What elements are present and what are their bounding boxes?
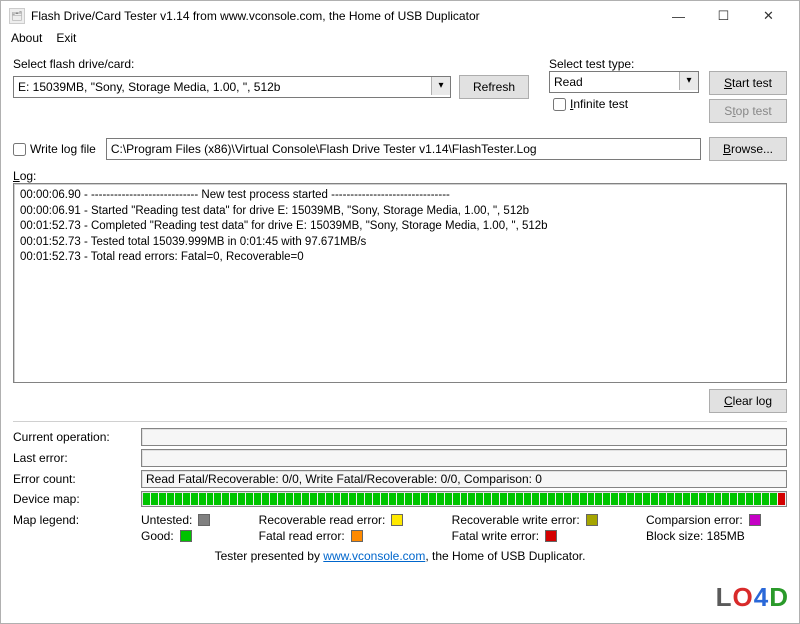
legend-fatal-write-swatch: [545, 530, 557, 542]
clear-log-button[interactable]: Clear log: [709, 389, 787, 413]
browse-button[interactable]: Browse...: [709, 137, 787, 161]
legend-block-size-label: Block size: 185MB: [646, 529, 745, 543]
legend-untested-swatch: [198, 514, 210, 526]
current-op-label: Current operation:: [13, 430, 141, 444]
drive-select-label: Select flash drive/card:: [13, 57, 529, 71]
legend-fatal-read-label: Fatal read error:: [259, 529, 345, 543]
drive-select[interactable]: E: 15039MB, "Sony, Storage Media, 1.00, …: [13, 76, 451, 98]
test-type-select[interactable]: Read: [549, 71, 699, 93]
title-bar: 🗂 Flash Drive/Card Tester v1.14 from www…: [1, 1, 799, 31]
start-test-button[interactable]: Start test: [709, 71, 787, 95]
log-label: Log:: [13, 169, 787, 183]
legend-good-swatch: [180, 530, 192, 542]
error-count-value: Read Fatal/Recoverable: 0/0, Write Fatal…: [141, 470, 787, 488]
menu-exit[interactable]: Exit: [56, 31, 76, 51]
app-icon: 🗂: [9, 8, 25, 24]
infinite-test-checkbox[interactable]: [553, 98, 566, 111]
write-log-label: Write log file: [30, 142, 96, 156]
map-legend: Untested: Recoverable read error: Recove…: [141, 513, 787, 543]
error-count-label: Error count:: [13, 472, 141, 486]
legend-rec-read-label: Recoverable read error:: [259, 513, 386, 527]
infinite-test-label: Infinite test: [570, 97, 628, 111]
legend-rec-write-swatch: [586, 514, 598, 526]
legend-comparison-swatch: [749, 514, 761, 526]
footer-link[interactable]: www.vconsole.com: [323, 549, 425, 563]
map-legend-label: Map legend:: [13, 513, 141, 527]
menu-bar: About Exit: [1, 31, 799, 51]
footer-text: Tester presented by www.vconsole.com, th…: [13, 549, 787, 563]
legend-fatal-read-swatch: [351, 530, 363, 542]
menu-about[interactable]: About: [11, 31, 42, 51]
device-map: [141, 491, 787, 507]
legend-rec-write-label: Recoverable write error:: [452, 513, 580, 527]
log-textarea[interactable]: 00:00:06.90 - --------------------------…: [13, 183, 787, 383]
minimize-button[interactable]: —: [656, 2, 701, 30]
legend-untested-label: Untested:: [141, 513, 192, 527]
last-error-label: Last error:: [13, 451, 141, 465]
test-type-label: Select test type:: [549, 57, 699, 71]
log-file-path-input[interactable]: [106, 138, 701, 160]
legend-rec-read-swatch: [391, 514, 403, 526]
legend-comparison-label: Comparsion error:: [646, 513, 743, 527]
window-title: Flash Drive/Card Tester v1.14 from www.v…: [31, 9, 656, 23]
maximize-button[interactable]: ☐: [701, 2, 746, 30]
watermark-logo: LO4D: [716, 582, 789, 613]
write-log-checkbox[interactable]: [13, 143, 26, 156]
close-button[interactable]: ✕: [746, 2, 791, 30]
stop-test-button[interactable]: Stop test: [709, 99, 787, 123]
current-op-value: [141, 428, 787, 446]
last-error-value: [141, 449, 787, 467]
legend-good-label: Good:: [141, 529, 174, 543]
refresh-button[interactable]: Refresh: [459, 75, 529, 99]
legend-fatal-write-label: Fatal write error:: [452, 529, 539, 543]
device-map-label: Device map:: [13, 492, 141, 506]
